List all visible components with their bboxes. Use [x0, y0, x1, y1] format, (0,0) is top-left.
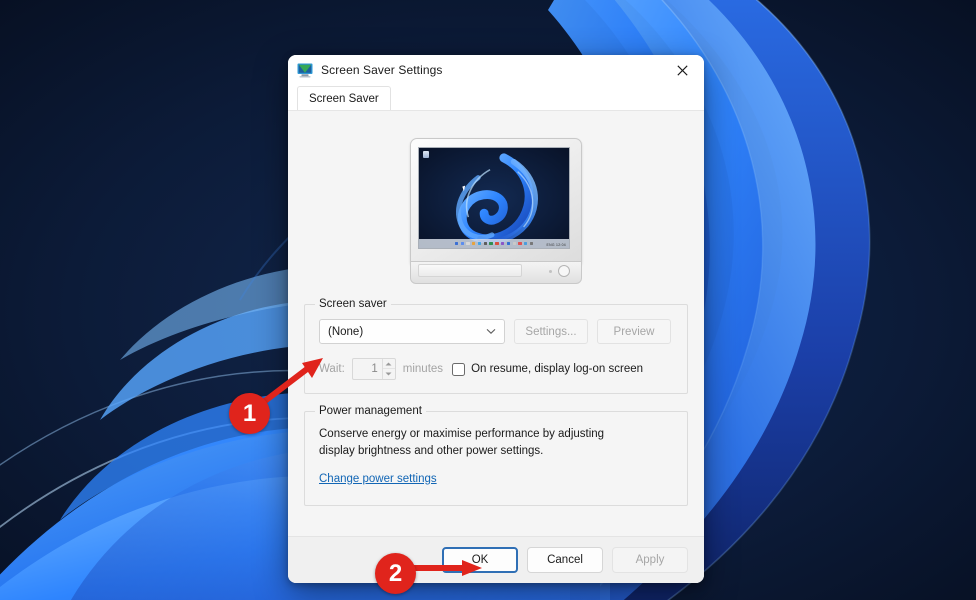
- stepper-buttons: [382, 359, 395, 379]
- power-management-group: Power management Conserve energy or maxi…: [304, 411, 688, 506]
- dialog-title: Screen Saver Settings: [321, 63, 443, 77]
- annotation-marker-2: 2: [375, 553, 416, 594]
- chevron-down-icon: [486, 328, 496, 335]
- wait-minutes-stepper[interactable]: 1: [352, 358, 396, 380]
- power-management-group-title: Power management: [315, 405, 426, 417]
- stepper-down-icon[interactable]: [383, 369, 395, 379]
- tab-screen-saver[interactable]: Screen Saver: [297, 86, 391, 111]
- mini-taskbar: ENG 12:04: [419, 239, 569, 248]
- wait-minutes-value: 1: [353, 359, 382, 379]
- desktop-background: Screen Saver Settings Screen Saver: [0, 0, 976, 600]
- screen-saver-selection-row: (None) Settings... Preview: [319, 319, 673, 344]
- monitor-power-button-icon: [558, 265, 570, 277]
- on-resume-checkbox[interactable]: [452, 363, 465, 376]
- power-description-line2: display brightness and other power setti…: [319, 443, 673, 460]
- apply-button[interactable]: Apply: [612, 547, 688, 573]
- screen-saver-dropdown-value: (None): [328, 326, 486, 338]
- screen-saver-settings-dialog: Screen Saver Settings Screen Saver: [288, 55, 704, 583]
- preview-button[interactable]: Preview: [597, 319, 671, 344]
- wait-row: Wait: 1 minutes: [319, 358, 673, 380]
- display-monitor-icon: [297, 62, 313, 78]
- monitor-wallpaper: [419, 148, 569, 249]
- desktop-shortcut-icon: [423, 151, 429, 158]
- tab-strip: Screen Saver: [288, 85, 704, 110]
- monitor-led-icon: [549, 270, 552, 273]
- settings-button[interactable]: Settings...: [514, 319, 588, 344]
- minutes-label: minutes: [403, 363, 443, 375]
- monitor-front-strip: [418, 264, 522, 277]
- screen-saver-dropdown[interactable]: (None): [319, 319, 505, 344]
- tab-label: Screen Saver: [309, 93, 379, 105]
- cancel-button[interactable]: Cancel: [527, 547, 603, 573]
- mini-tray-text: ENG 12:04: [547, 243, 566, 247]
- monitor-screen: ENG 12:04: [418, 147, 570, 249]
- annotation-marker-1: 1: [229, 393, 270, 434]
- dialog-titlebar: Screen Saver Settings: [288, 55, 704, 85]
- power-description-line1: Conserve energy or maximise performance …: [319, 426, 673, 443]
- stepper-up-icon[interactable]: [383, 359, 395, 369]
- screen-saver-group-title: Screen saver: [315, 298, 391, 310]
- dialog-footer: OK Cancel Apply: [288, 536, 704, 583]
- change-power-settings-link[interactable]: Change power settings: [319, 473, 437, 485]
- on-resume-label: On resume, display log-on screen: [471, 363, 643, 375]
- annotation-arrow-2: [408, 558, 486, 578]
- preview-wrapper: ENG 12:04: [304, 111, 688, 286]
- close-icon[interactable]: [660, 55, 704, 85]
- dialog-body: ENG 12:04 Screen saver (None): [288, 110, 704, 536]
- monitor-preview: ENG 12:04: [408, 138, 584, 286]
- screen-saver-group: Screen saver (None) Settings... Preview …: [304, 304, 688, 394]
